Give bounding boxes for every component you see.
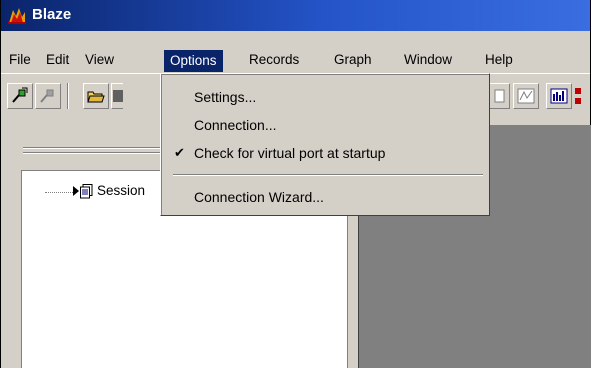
blaze-logo-icon — [7, 6, 27, 25]
menubar-background — [1, 31, 590, 45]
connect-button[interactable] — [7, 83, 33, 109]
bar-chart-button[interactable] — [546, 83, 572, 109]
menu-item-connection[interactable]: Connection... — [161, 113, 489, 137]
report-button[interactable] — [490, 83, 510, 109]
toolbar-overflow-icon-2 — [575, 98, 581, 104]
toolbar-overflow-icon — [575, 88, 581, 94]
menu-help[interactable]: Help — [482, 51, 516, 69]
open-button[interactable] — [83, 83, 109, 109]
menu-item-settings[interactable]: Settings... — [161, 85, 489, 109]
title-bar[interactable]: Blaze — [1, 0, 590, 31]
disconnect-button[interactable] — [35, 83, 61, 109]
connect-icon — [10, 86, 30, 106]
bar-chart-icon — [549, 86, 569, 106]
menu-item-settings-label: Settings... — [194, 89, 257, 105]
open-folder-icon — [86, 86, 106, 106]
menu-window[interactable]: Window — [401, 51, 455, 69]
menu-file[interactable]: File — [6, 51, 34, 69]
window-title: Blaze — [32, 6, 72, 23]
menu-item-connection-label: Connection... — [194, 117, 277, 133]
menu-item-check-virtual-port-label: Check for virtual port at startup — [194, 145, 386, 161]
menu-item-connection-wizard-label: Connection Wizard... — [194, 189, 324, 205]
menu-separator — [173, 174, 483, 176]
menu-item-connection-wizard[interactable]: Connection Wizard... — [161, 185, 489, 209]
menu-options[interactable]: Options — [164, 50, 223, 72]
app-window: Blaze File Edit View Options Records Gra… — [0, 0, 591, 368]
menu-edit[interactable]: Edit — [43, 51, 72, 69]
disconnect-icon — [38, 86, 58, 106]
options-menu-dropdown: Settings... Connection... ✔ Check for vi… — [160, 73, 490, 216]
tree-connector — [45, 192, 73, 193]
line-chart-button[interactable] — [513, 83, 539, 109]
session-document-icon — [80, 184, 93, 199]
report-icon — [493, 87, 507, 105]
checkmark-icon: ✔ — [174, 145, 185, 160]
save-button[interactable] — [111, 83, 123, 109]
toolbar-separator — [67, 83, 69, 109]
menu-graph[interactable]: Graph — [331, 51, 375, 69]
menu-records[interactable]: Records — [246, 51, 302, 69]
tree-expand-arrow-icon[interactable] — [73, 186, 79, 196]
save-icon — [112, 86, 123, 106]
menu-view[interactable]: View — [82, 51, 117, 69]
tree-item-session[interactable]: Session — [97, 183, 145, 198]
menu-item-check-virtual-port[interactable]: ✔ Check for virtual port at startup — [161, 141, 489, 165]
chart-line-icon — [516, 86, 536, 106]
